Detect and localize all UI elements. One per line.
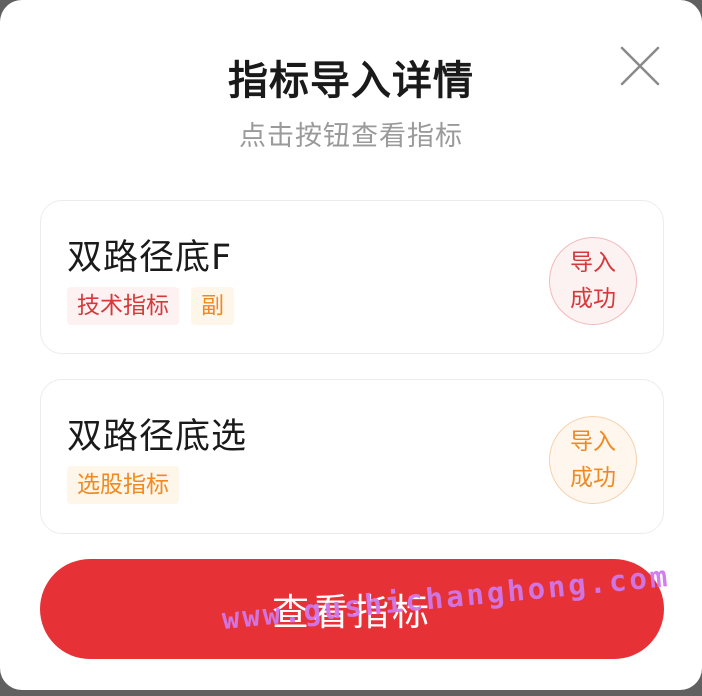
close-icon[interactable] xyxy=(618,44,662,88)
stamp-line: 导入 xyxy=(570,250,616,276)
stamp-line: 成功 xyxy=(570,465,616,491)
import-success-stamp: 导入 成功 xyxy=(549,237,637,325)
dialog-title: 指标导入详情 xyxy=(228,58,474,104)
indicator-card: 双路径底选 选股指标 导入 成功 xyxy=(40,379,664,534)
indicator-name: 双路径底选 xyxy=(67,417,248,457)
import-success-stamp: 导入 成功 xyxy=(549,416,637,504)
tag-sub: 副 xyxy=(191,287,234,325)
indicator-tags: 技术指标 副 xyxy=(67,287,234,325)
tag-technical: 技术指标 xyxy=(67,287,179,325)
indicator-card: 双路径底F 技术指标 副 导入 成功 xyxy=(40,200,664,354)
stamp-line: 导入 xyxy=(570,429,616,455)
indicator-tags: 选股指标 xyxy=(67,466,179,504)
indicator-name: 双路径底F xyxy=(67,238,233,278)
indicator-import-dialog: 指标导入详情 点击按钮查看指标 双路径底F 技术指标 副 导入 成功 双路径底选… xyxy=(0,0,702,690)
tag-stock-selection: 选股指标 xyxy=(67,466,179,504)
dialog-subtitle: 点击按钮查看指标 xyxy=(239,121,463,152)
stamp-line: 成功 xyxy=(570,286,616,312)
